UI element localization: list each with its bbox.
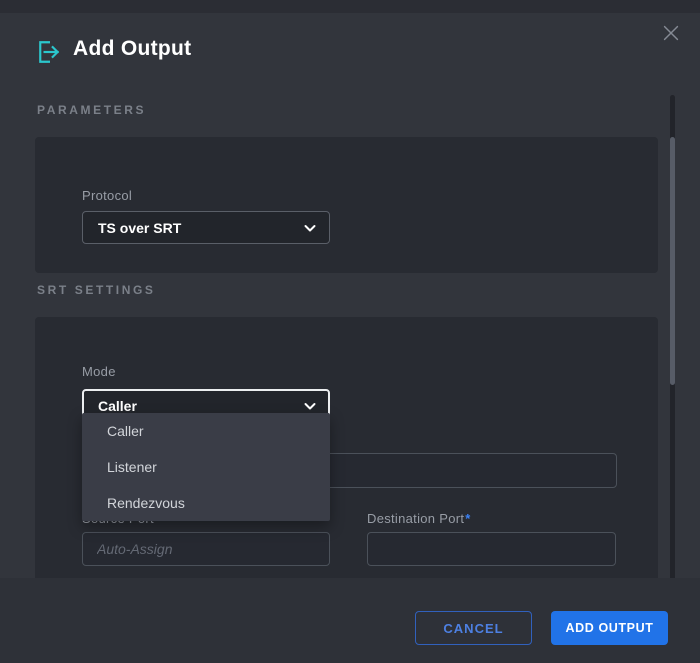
cancel-button[interactable]: CANCEL xyxy=(415,611,532,645)
dropdown-option-caller[interactable]: Caller xyxy=(82,413,330,449)
chevron-down-icon xyxy=(303,399,317,413)
modal-header: Add Output xyxy=(0,13,700,95)
page-background: Add Output PARAMETERS Protocol TS over S… xyxy=(0,0,700,663)
mode-label: Mode xyxy=(82,364,116,379)
dropdown-option-listener[interactable]: Listener xyxy=(82,449,330,485)
destination-port-input[interactable] xyxy=(367,532,616,566)
add-output-button[interactable]: ADD OUTPUT xyxy=(551,611,668,645)
protocol-label: Protocol xyxy=(82,188,132,203)
close-icon xyxy=(660,32,682,47)
section-heading-srt-settings: SRT SETTINGS xyxy=(37,283,156,297)
close-button[interactable] xyxy=(659,22,683,46)
page-title: Add Output xyxy=(73,37,191,61)
dropdown-option-rendezvous[interactable]: Rendezvous xyxy=(82,485,330,521)
mode-dropdown-menu: Caller Listener Rendezvous xyxy=(82,413,330,521)
scrollbar-thumb[interactable] xyxy=(670,137,675,385)
add-output-modal: Add Output PARAMETERS Protocol TS over S… xyxy=(0,13,700,663)
required-asterisk: * xyxy=(465,511,470,526)
protocol-select-value: TS over SRT xyxy=(98,220,181,236)
destination-port-label: Destination Port* xyxy=(367,511,471,526)
chevron-down-icon xyxy=(303,221,317,235)
parameters-panel: Protocol TS over SRT xyxy=(35,137,658,273)
mode-select-value: Caller xyxy=(98,398,137,414)
srt-settings-panel: Mode Caller Caller Listener Rendezvous S… xyxy=(35,317,658,578)
output-export-icon xyxy=(37,39,63,65)
source-port-input[interactable] xyxy=(82,532,330,566)
scrollbar-track[interactable] xyxy=(670,95,675,585)
protocol-select[interactable]: TS over SRT xyxy=(82,211,330,244)
modal-footer: CANCEL ADD OUTPUT xyxy=(0,578,700,663)
section-heading-parameters: PARAMETERS xyxy=(37,103,146,117)
